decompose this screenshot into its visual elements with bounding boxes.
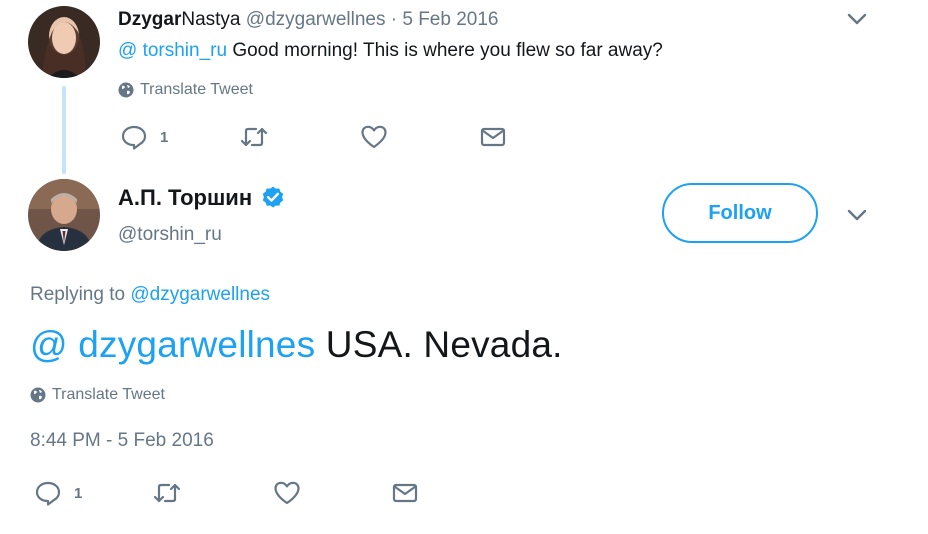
avatar-torshin[interactable]	[28, 179, 100, 251]
replying-to: Replying to @dzygarwellnes	[30, 284, 270, 306]
reply-tweet-text: @ torshin_ru Good morning! This is where…	[118, 40, 663, 62]
reply-count: 1	[74, 484, 83, 502]
direct-message-action[interactable]	[392, 482, 418, 504]
tweet-body: Good morning! This is where you flew so …	[227, 40, 663, 61]
follow-button[interactable]: Follow	[662, 183, 818, 243]
tweet-date[interactable]: 5 Feb 2016	[402, 9, 498, 30]
globe-icon	[30, 387, 46, 403]
direct-message-icon	[392, 483, 418, 503]
reply-tweet-header: DzygarNastya @dzygarwellnes · 5 Feb 2016	[118, 9, 499, 31]
tweet-body: USA. Nevada.	[315, 324, 563, 365]
user-handle[interactable]: @dzygarwellnes	[246, 9, 386, 30]
display-name-rest[interactable]: Nastya	[181, 9, 240, 30]
main-tweet-name-row: А.П. Торшин	[118, 185, 286, 211]
thread-connector	[62, 86, 66, 174]
mention-link[interactable]: @ torshin_ru	[118, 40, 227, 61]
translate-tweet-link[interactable]: Translate Tweet	[30, 386, 165, 404]
avatar-dzygarwellnes[interactable]	[28, 6, 100, 78]
like-action[interactable]	[273, 480, 392, 506]
main-tweet-menu[interactable]	[846, 208, 868, 227]
direct-message-action[interactable]	[480, 126, 506, 148]
direct-message-icon	[480, 127, 506, 147]
chevron-down-icon	[847, 13, 867, 25]
retweet-icon	[153, 483, 181, 503]
verified-badge-icon	[262, 186, 284, 208]
mention-link[interactable]: @ dzygarwellnes	[30, 324, 315, 365]
display-name[interactable]: А.П. Торшин	[118, 185, 252, 211]
chevron-down-icon	[847, 209, 867, 221]
replying-to-handle[interactable]: @dzygarwellnes	[130, 284, 270, 305]
retweet-action[interactable]	[240, 125, 360, 149]
translate-label: Translate Tweet	[52, 386, 165, 403]
retweet-action[interactable]	[153, 481, 273, 505]
main-tweet-actions: 1	[34, 480, 418, 506]
separator-dot: ·	[390, 9, 398, 30]
like-action[interactable]	[360, 124, 480, 150]
translate-tweet-link[interactable]: Translate Tweet	[118, 81, 253, 99]
globe-icon	[118, 82, 134, 98]
main-tweet-text: @ dzygarwellnes USA. Nevada.	[30, 324, 563, 366]
retweet-icon	[240, 127, 268, 147]
reply-count: 1	[160, 128, 169, 146]
reply-tweet-menu[interactable]	[846, 12, 868, 31]
reply-icon	[121, 125, 147, 150]
reply-tweet-actions: 1	[120, 124, 506, 150]
replying-to-label: Replying to	[30, 284, 131, 305]
translate-label: Translate Tweet	[140, 81, 253, 98]
like-icon	[274, 481, 300, 505]
like-icon	[361, 125, 387, 149]
reply-icon	[35, 481, 61, 506]
reply-action[interactable]: 1	[34, 480, 153, 506]
display-name-bold[interactable]: Dzygar	[118, 9, 181, 30]
user-handle[interactable]: @torshin_ru	[118, 224, 222, 246]
reply-action[interactable]: 1	[120, 124, 240, 150]
tweet-timestamp[interactable]: 8:44 PM - 5 Feb 2016	[30, 430, 214, 452]
